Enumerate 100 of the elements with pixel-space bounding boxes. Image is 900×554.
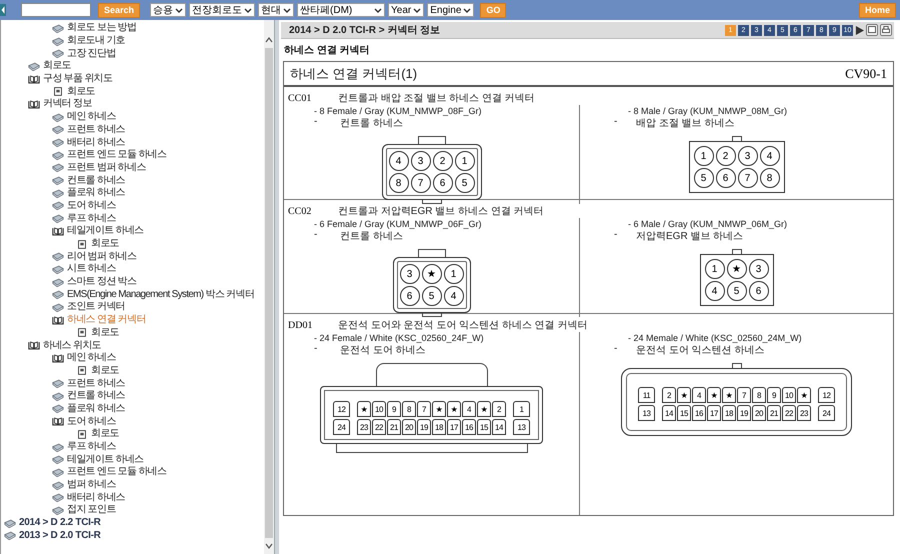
- pin-terminal: 9: [387, 401, 401, 417]
- tree-item[interactable]: 고장 진단법: [67, 48, 116, 60]
- print-icon[interactable]: [880, 24, 892, 36]
- pin-terminal: 3: [738, 146, 758, 166]
- pin-terminal: ★: [726, 259, 746, 279]
- tree-item[interactable]: 스마트 정션 박스: [67, 276, 136, 288]
- tree-item[interactable]: 2013 > D 2.0 TCI-R: [19, 530, 101, 542]
- dropdown[interactable]: Engine: [427, 3, 474, 17]
- tree-item[interactable]: 커넥터 정보: [43, 98, 92, 110]
- tree-item[interactable]: EMS(Engine Management System) 박스 커넥터: [67, 288, 254, 301]
- tree-item[interactable]: 프런트 범퍼 하네스: [67, 162, 146, 174]
- dropdown[interactable]: 전장회로도: [189, 3, 256, 17]
- open-book-icon: [28, 74, 40, 84]
- dropdown[interactable]: 현대: [258, 3, 294, 17]
- next-page-icon[interactable]: [855, 26, 864, 34]
- pin-terminal: 6: [400, 286, 420, 306]
- tree-item[interactable]: 프런트 하네스: [67, 124, 125, 136]
- tree-item[interactable]: 도어 하네스: [67, 200, 116, 212]
- tree-item[interactable]: 회로도: [91, 238, 119, 250]
- dropdown[interactable]: 싼타페(DM): [297, 3, 386, 17]
- search-field[interactable]: [21, 3, 91, 17]
- tree-item[interactable]: 플로워 하네스: [67, 187, 125, 200]
- tree-item[interactable]: 배터리 하네스: [67, 492, 125, 504]
- tree-item[interactable]: 플로워 하네스: [67, 402, 125, 415]
- tree-item[interactable]: 회로도내 기호: [67, 35, 125, 48]
- pin-terminal: 10: [372, 401, 386, 417]
- book-icon: [52, 36, 64, 46]
- pin-terminal: 14: [662, 405, 676, 421]
- dropdown[interactable]: 승용: [150, 3, 186, 17]
- tree-item[interactable]: 컨트롤 하네스: [67, 390, 125, 402]
- caret-icon: [244, 8, 252, 12]
- pin-terminal: 17: [447, 419, 461, 435]
- book-icon: [52, 480, 64, 490]
- tree-item[interactable]: 접지 포인트: [67, 504, 116, 516]
- tree-item[interactable]: 루프 하네스: [67, 212, 116, 225]
- tree-item[interactable]: 하네스 위치도: [43, 340, 101, 352]
- pin-terminal: 9: [767, 387, 781, 403]
- pin-terminal: 6: [716, 168, 736, 188]
- tree-item[interactable]: 테일게이트 하네스: [67, 454, 144, 466]
- pin-terminal: ★: [707, 387, 721, 403]
- tree-item[interactable]: 도어 하네스: [67, 416, 116, 428]
- tree-item[interactable]: 회로도: [91, 326, 119, 339]
- pin-terminal: 1: [694, 146, 714, 166]
- tree-item[interactable]: 하네스 연결 커넥터: [67, 314, 146, 326]
- pin-terminal: 1: [513, 401, 530, 417]
- tree-item[interactable]: 회로도: [91, 364, 119, 377]
- book-icon: [52, 163, 64, 172]
- tree-item[interactable]: 프런트 엔드 모듈 하네스: [67, 466, 166, 478]
- tree-item[interactable]: 루프 하네스: [67, 441, 116, 454]
- pin-terminal: 4: [444, 286, 464, 306]
- tree-item[interactable]: 배터리 하네스: [67, 136, 125, 149]
- tree-item[interactable]: 메인 하네스: [67, 352, 116, 364]
- book-icon: [52, 392, 64, 401]
- pin-terminal: 13: [513, 419, 530, 435]
- pin-terminal: 5: [694, 168, 714, 188]
- connector-code: CC01: [288, 92, 312, 104]
- tree-item[interactable]: 시트 하네스: [67, 263, 116, 276]
- document-icon: [76, 328, 88, 338]
- tree-item[interactable]: 회로도: [91, 428, 119, 440]
- window-icon[interactable]: [866, 24, 878, 36]
- scroll-down-icon[interactable]: [264, 542, 274, 550]
- pin-terminal: 24: [333, 419, 350, 435]
- scroll-up-icon[interactable]: [264, 36, 274, 44]
- pin-terminal: 10: [782, 387, 796, 403]
- tree-item[interactable]: 2014 > D 2.2 TCI-R: [19, 517, 101, 530]
- caret-icon: [283, 8, 292, 12]
- book-icon: [52, 278, 64, 287]
- pin-terminal: 12: [818, 387, 835, 403]
- pin-terminal: 14: [492, 419, 506, 435]
- open-book-icon: [28, 341, 40, 350]
- connector-title: 컨트롤과 배압 조절 밸브 하네스 연결 커넥터: [338, 92, 535, 105]
- pin-terminal: 4: [704, 281, 724, 301]
- tree-item[interactable]: 메인 하네스: [67, 111, 116, 124]
- document-code: CV90-1: [845, 66, 887, 82]
- tree-item[interactable]: 프런트 엔드 모듈 하네스: [67, 149, 166, 162]
- harness-name: 운전석 도어 하네스: [340, 344, 426, 357]
- tree-item[interactable]: 회로도 보는 방법: [67, 22, 136, 34]
- collapse-icon[interactable]: [0, 2, 6, 18]
- scrollbar[interactable]: [264, 20, 274, 554]
- book-icon: [52, 24, 64, 33]
- list-dash: -: [614, 116, 618, 129]
- pin-terminal: 11: [638, 387, 655, 403]
- pin-terminal: 15: [677, 405, 691, 421]
- pin-terminal: 2: [432, 151, 452, 171]
- tree-item[interactable]: 구성 부품 위치도: [43, 73, 112, 86]
- harness-name: 저압력EGR 밸브 하네스: [636, 230, 744, 243]
- tree-item[interactable]: 프런트 하네스: [67, 378, 125, 390]
- pin-terminal: 20: [402, 419, 416, 435]
- harness-name: 컨트롤 하네스: [340, 117, 403, 130]
- tree-item[interactable]: 테일게이트 하네스: [67, 225, 144, 238]
- book-icon: [52, 125, 64, 134]
- book-icon: [52, 150, 64, 160]
- tree-item[interactable]: 범퍼 하네스: [67, 479, 116, 492]
- dropdown[interactable]: Year: [388, 3, 424, 17]
- tree-item[interactable]: 조인트 커넥터: [67, 301, 125, 314]
- tree-item[interactable]: 리어 범퍼 하네스: [67, 250, 136, 263]
- book-icon: [52, 404, 64, 414]
- tree-item[interactable]: 컨트롤 하네스: [67, 174, 125, 187]
- tree-item[interactable]: 회로도: [67, 86, 95, 98]
- tree-item[interactable]: 회로도: [43, 60, 71, 72]
